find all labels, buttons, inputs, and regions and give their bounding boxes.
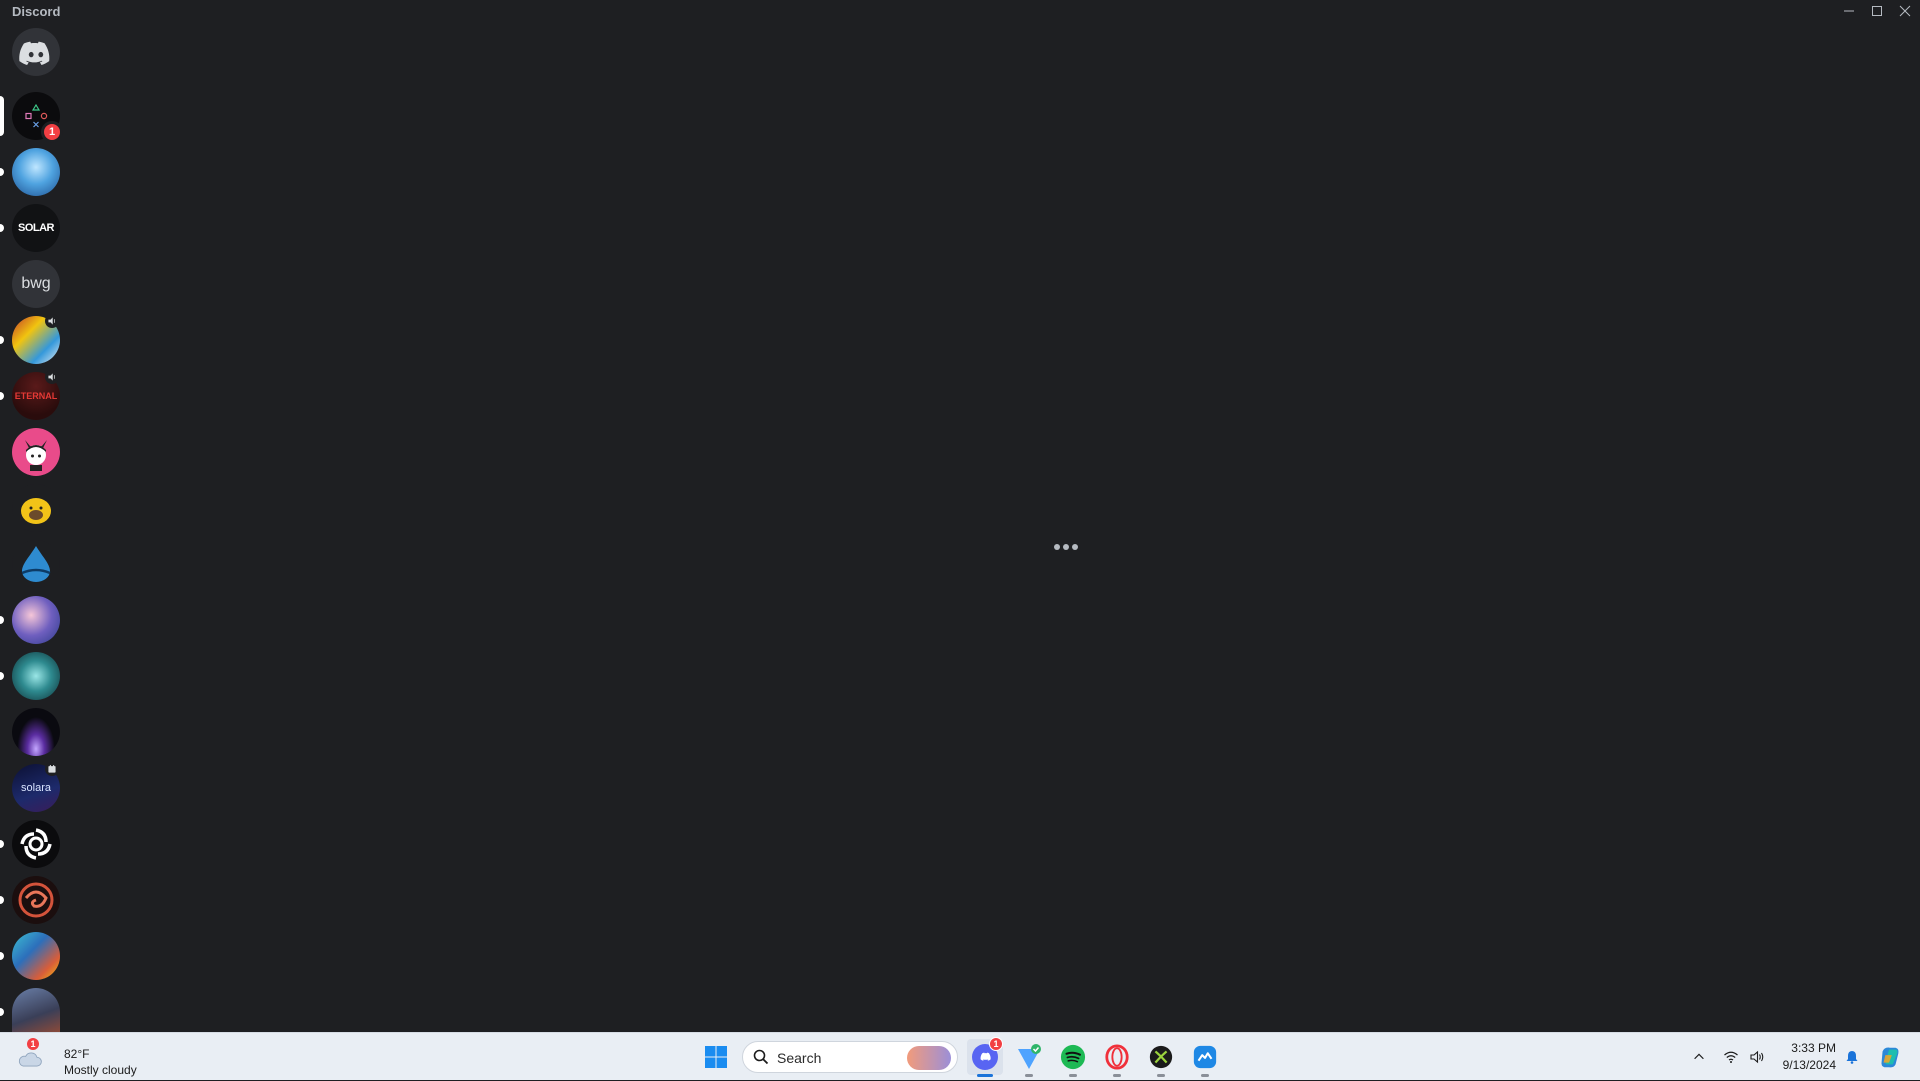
loading-indicator bbox=[1054, 544, 1078, 550]
clock-date: 9/13/2024 bbox=[1782, 1058, 1836, 1072]
server-solara-label: solara bbox=[21, 782, 51, 794]
minimize-icon bbox=[1844, 10, 1854, 12]
title-bar: Discord bbox=[0, 0, 1920, 22]
unread-indicator bbox=[0, 672, 4, 680]
server-solar[interactable]: SOLAR bbox=[12, 204, 60, 252]
unread-indicator bbox=[0, 1008, 4, 1016]
wifi-icon bbox=[1724, 1051, 1738, 1063]
start-button[interactable] bbox=[698, 1039, 734, 1075]
notifications-button[interactable] bbox=[1838, 1039, 1866, 1075]
unread-indicator bbox=[0, 392, 4, 400]
discord-badge: 1 bbox=[989, 1037, 1003, 1051]
unread-indicator bbox=[0, 336, 4, 344]
server-red-swirl[interactable] bbox=[12, 876, 60, 924]
duck-icon bbox=[21, 498, 51, 524]
event-indicator bbox=[45, 762, 59, 776]
search-highlight-icon bbox=[907, 1046, 951, 1070]
discord-logo-icon bbox=[19, 41, 50, 65]
running-indicator bbox=[1157, 1074, 1165, 1077]
chevron-up-icon bbox=[1694, 1053, 1704, 1060]
taskbar-app-messenger[interactable] bbox=[1187, 1039, 1223, 1077]
server-eternal-label: ETERNAL bbox=[14, 391, 58, 401]
server-fantasy-art[interactable] bbox=[12, 932, 60, 980]
wifi-button[interactable] bbox=[1717, 1039, 1745, 1075]
speaker-icon bbox=[48, 317, 56, 325]
server-teal-art[interactable] bbox=[12, 652, 60, 700]
app-title: Discord bbox=[12, 4, 61, 19]
taskbar-app-opera[interactable] bbox=[1099, 1039, 1135, 1077]
close-button[interactable] bbox=[1891, 0, 1919, 22]
search-placeholder: Search bbox=[777, 1050, 822, 1066]
search-icon bbox=[753, 1049, 769, 1065]
mention-badge: 1 bbox=[41, 121, 63, 143]
water-drop-icon bbox=[21, 546, 51, 582]
home-button[interactable] bbox=[12, 28, 60, 76]
server-kuromi[interactable] bbox=[12, 428, 60, 476]
server-purple-planet[interactable] bbox=[12, 708, 60, 756]
server-water-drop[interactable] bbox=[12, 540, 60, 588]
xbox-icon bbox=[1149, 1045, 1173, 1069]
server-anime-blue[interactable] bbox=[12, 148, 60, 196]
weather-description: Mostly cloudy bbox=[64, 1063, 137, 1077]
active-app-indicator bbox=[977, 1074, 993, 1077]
maximize-button[interactable] bbox=[1863, 0, 1891, 22]
running-indicator bbox=[1069, 1074, 1077, 1077]
server-duck[interactable] bbox=[12, 484, 60, 532]
loading-dot bbox=[1054, 544, 1060, 550]
weather-alert-badge: 1 bbox=[27, 1038, 39, 1050]
unread-indicator bbox=[0, 616, 4, 624]
voice-indicator bbox=[45, 370, 59, 384]
messenger-icon bbox=[1193, 1045, 1217, 1069]
loading-dot bbox=[1072, 544, 1078, 550]
bell-icon bbox=[1846, 1051, 1858, 1064]
taskbar-search[interactable]: Search bbox=[742, 1041, 958, 1073]
server-anime-character[interactable] bbox=[12, 596, 60, 644]
server-solar-label: SOLAR bbox=[18, 222, 55, 234]
minimize-button[interactable] bbox=[1835, 0, 1863, 22]
speaker-icon bbox=[48, 373, 56, 381]
running-indicator bbox=[1113, 1074, 1121, 1077]
unread-indicator bbox=[0, 168, 4, 176]
server-rail: 1 SOLAR bwg ETERNAL solara bbox=[0, 22, 72, 1032]
calendar-icon bbox=[48, 765, 56, 773]
swirl-logo-icon bbox=[20, 828, 52, 860]
weather-temperature: 82°F bbox=[64, 1047, 90, 1061]
kuromi-icon bbox=[25, 440, 47, 471]
unread-indicator bbox=[0, 840, 4, 848]
unread-indicator bbox=[0, 952, 4, 960]
close-icon bbox=[1899, 5, 1911, 17]
red-swirl-icon bbox=[18, 882, 54, 918]
selected-indicator bbox=[0, 96, 4, 136]
vpn-check-icon bbox=[1018, 1044, 1041, 1069]
spotify-icon bbox=[1060, 1044, 1086, 1070]
clock-time: 3:33 PM bbox=[1791, 1041, 1836, 1055]
taskbar-app-spotify[interactable] bbox=[1055, 1039, 1091, 1077]
server-bwg-label: bwg bbox=[21, 275, 51, 292]
taskbar-app-vpn[interactable] bbox=[1011, 1039, 1047, 1077]
taskbar-app-discord[interactable]: 1 bbox=[967, 1037, 1003, 1077]
copilot-icon bbox=[1881, 1047, 1899, 1068]
show-hidden-icons-button[interactable] bbox=[1683, 1039, 1715, 1075]
windows-logo-icon bbox=[705, 1046, 727, 1068]
running-indicator bbox=[1025, 1074, 1033, 1077]
server-bwg[interactable]: bwg bbox=[12, 260, 60, 308]
unread-indicator bbox=[0, 896, 4, 904]
main-content bbox=[72, 22, 1920, 1032]
copilot-button[interactable] bbox=[1872, 1039, 1908, 1075]
running-indicator bbox=[1201, 1074, 1209, 1077]
loading-dot bbox=[1063, 544, 1069, 550]
weather-widget[interactable]: 1 82°F Mostly cloudy bbox=[14, 1038, 144, 1077]
server-swirl[interactable] bbox=[12, 820, 60, 868]
opera-icon bbox=[1105, 1044, 1129, 1070]
taskbar-app-xbox[interactable] bbox=[1143, 1039, 1179, 1077]
voice-indicator bbox=[45, 314, 59, 328]
unread-indicator bbox=[0, 224, 4, 232]
server-character-art[interactable] bbox=[12, 988, 60, 1032]
maximize-icon bbox=[1872, 6, 1882, 16]
taskbar: 1 82°F Mostly cloudy Search 1 3:33 PM 9/… bbox=[0, 1032, 1920, 1080]
